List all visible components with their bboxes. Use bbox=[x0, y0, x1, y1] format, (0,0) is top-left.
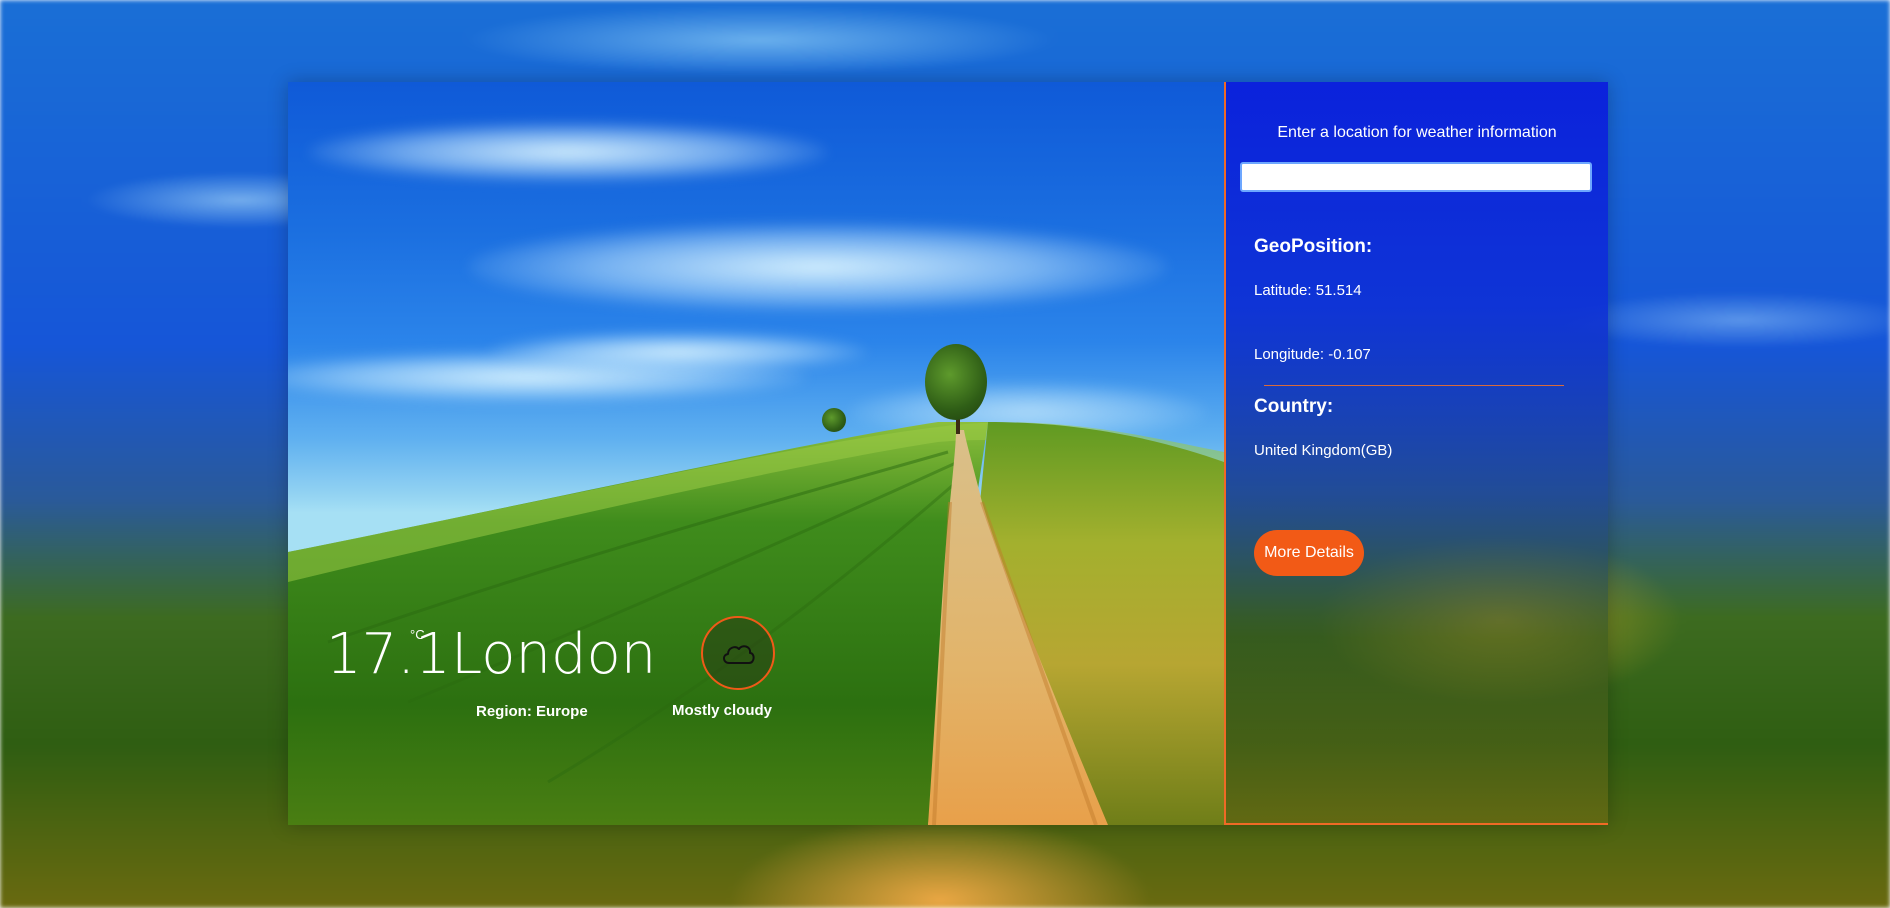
weather-card: 17.1 °C London Region: Europe Mostly clo… bbox=[288, 82, 1608, 825]
section-divider bbox=[1264, 385, 1564, 386]
cloud-icon bbox=[723, 645, 755, 664]
country-value: United Kingdom(GB) bbox=[1254, 442, 1393, 459]
city-name: London bbox=[451, 622, 657, 687]
location-prompt: Enter a location for weather information bbox=[1277, 124, 1557, 141]
region-label: Region: Europe bbox=[476, 703, 588, 720]
tree bbox=[925, 344, 987, 420]
temperature-unit: °C bbox=[410, 627, 425, 642]
condition-icon-badge bbox=[701, 616, 775, 690]
condition-label: Mostly cloudy bbox=[672, 702, 773, 719]
country-heading: Country: bbox=[1254, 396, 1334, 417]
geoposition-heading: GeoPosition: bbox=[1254, 236, 1373, 257]
location-search-input[interactable] bbox=[1240, 162, 1592, 192]
location-sidebar: Enter a location for weather information… bbox=[1224, 82, 1608, 825]
small-tree bbox=[822, 408, 846, 432]
latitude-value: Latitude: 51.514 bbox=[1254, 282, 1362, 299]
longitude-value: Longitude: -0.107 bbox=[1254, 346, 1371, 363]
temperature-value: 17.1 bbox=[326, 622, 451, 687]
more-details-button[interactable]: More Details bbox=[1254, 530, 1364, 576]
weather-scene-panel: 17.1 °C London Region: Europe Mostly clo… bbox=[288, 82, 1224, 825]
